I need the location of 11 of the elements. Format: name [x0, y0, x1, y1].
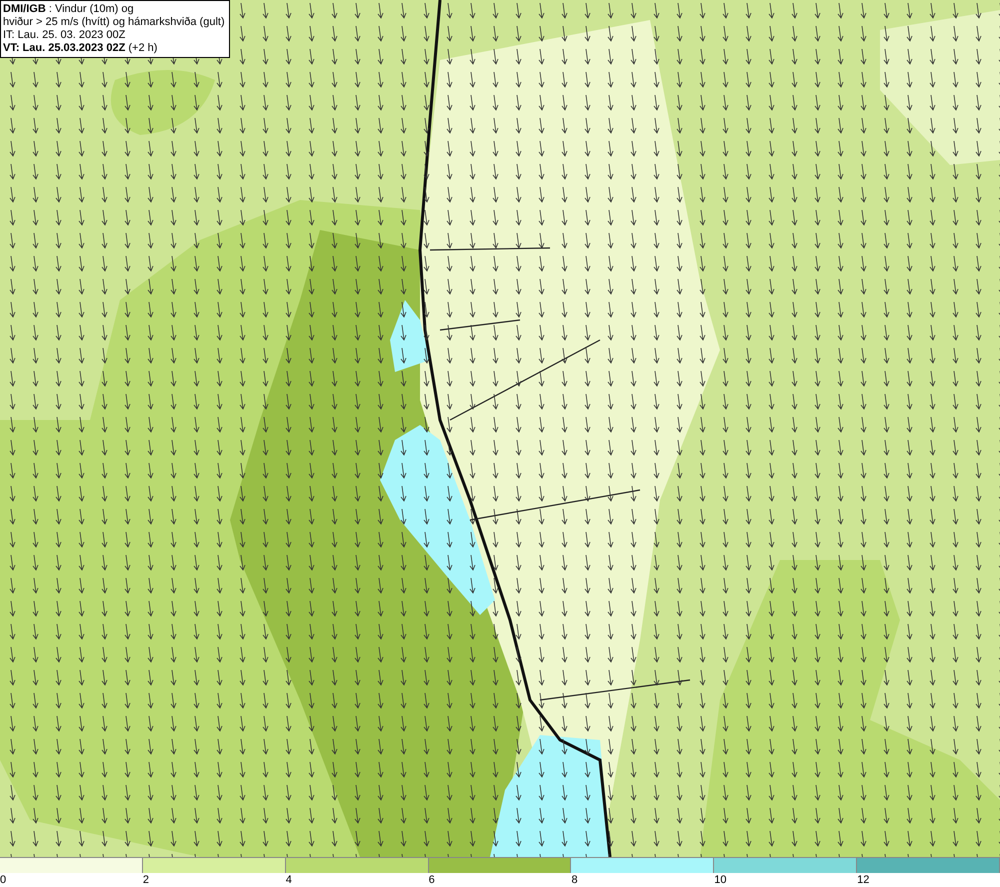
- legend-tick-label: 8: [571, 873, 579, 887]
- legend-tick-label: 0: [0, 873, 8, 887]
- title-line: IT: Lau. 25. 03. 2023 00Z: [3, 29, 126, 42]
- title-line: VT: Lau. 25.03.2023 02Z (+2 h): [3, 42, 158, 55]
- legend-tick-label: 10: [714, 873, 728, 887]
- legend-tick-label: 6: [428, 873, 436, 887]
- legend-tick-label: 2: [142, 873, 150, 887]
- title-line: hviður > 25 m/s (hvítt) og hámarkshviða (gult): [3, 16, 225, 29]
- legend-tick-label: 12: [857, 873, 870, 887]
- title-line: DMI/IGB : Vindur (10m) og: [3, 3, 135, 16]
- legend-tick-label: 4: [286, 873, 293, 887]
